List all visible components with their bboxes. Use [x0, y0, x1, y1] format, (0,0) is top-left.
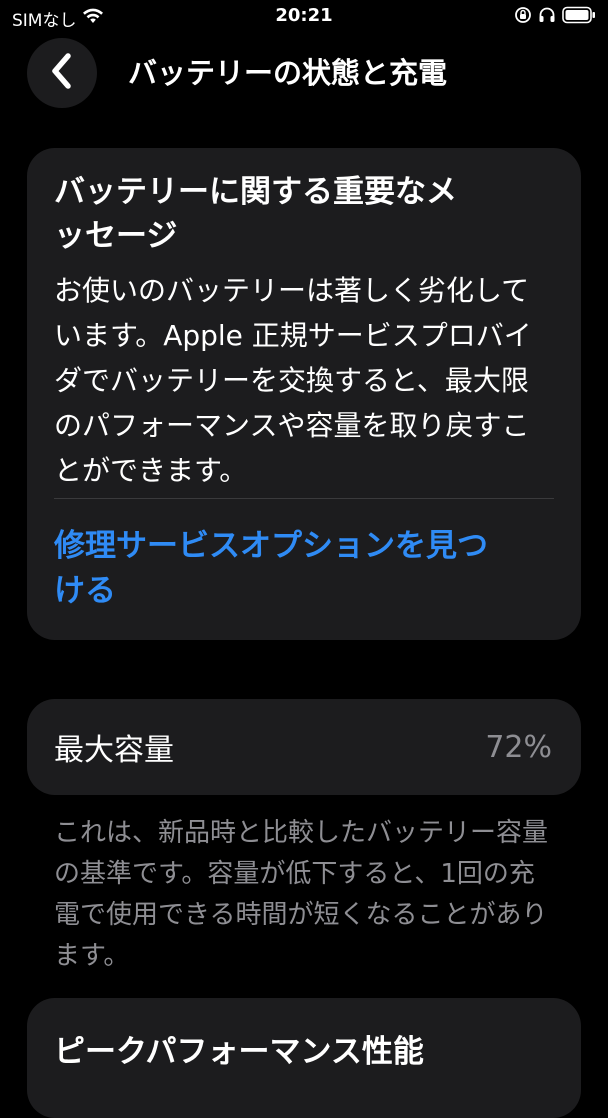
- message-title: バッテリーに関する重要なメッセージ: [54, 174, 457, 254]
- status-icons: [514, 6, 596, 28]
- battery-message-card: バッテリーに関する重要なメッセージ お使いのバッテリーは著しく劣化しています。A…: [27, 148, 581, 640]
- peak-performance-title: ピークパフォーマンス性能: [54, 1034, 424, 1070]
- chevron-left-icon: [47, 51, 77, 95]
- divider: [54, 498, 554, 499]
- message-body: お使いのバッテリーは著しく劣化しています。Apple 正規サービスプロバイダでバ…: [54, 274, 532, 487]
- navigation-bar: バッテリーの状態と充電: [0, 34, 608, 108]
- page-title: バッテリーの状態と充電: [128, 56, 448, 90]
- back-button[interactable]: [27, 38, 97, 108]
- capacity-value: 72%: [485, 729, 552, 765]
- find-repair-options-link[interactable]: 修理サービスオプションを見つける: [54, 524, 494, 614]
- maximum-capacity-row: 最大容量 72%: [27, 699, 581, 795]
- rotation-lock-icon: [514, 6, 532, 28]
- capacity-label: 最大容量: [54, 733, 174, 768]
- headphones-icon: [538, 6, 556, 28]
- battery-icon: [562, 6, 596, 28]
- peak-performance-card: ピークパフォーマンス性能: [27, 998, 581, 1118]
- status-bar: SIMなし 20:21: [0, 0, 608, 34]
- capacity-description: これは、新品時と比較したバッテリー容量の基準です。容量が低下すると、1回の充電で…: [54, 818, 549, 971]
